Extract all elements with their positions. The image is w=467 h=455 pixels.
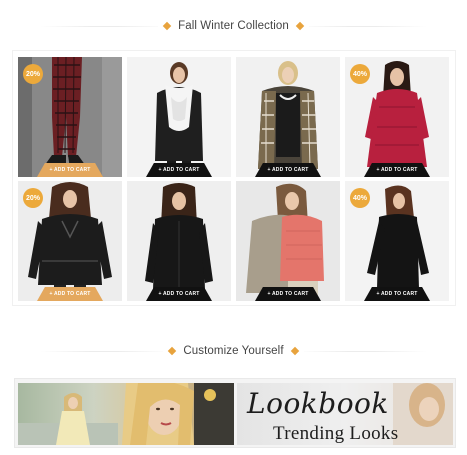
product-image[interactable] xyxy=(236,181,340,301)
product-image[interactable] xyxy=(236,57,340,177)
lookbook-photo-image xyxy=(393,383,453,445)
product-card[interactable]: 20% + ADD TO CART xyxy=(18,181,122,301)
diamond-icon xyxy=(290,346,299,356)
product-image[interactable] xyxy=(127,57,231,177)
lookbook-panel[interactable]: Lookbook Trending Looks xyxy=(237,383,453,445)
lookbook-subtitle: Trending Looks xyxy=(273,423,399,444)
customize-title: Customize Yourself xyxy=(183,345,284,357)
customize-title-wrap: Customize Yourself xyxy=(163,345,304,357)
divider xyxy=(297,26,427,27)
divider xyxy=(40,26,170,27)
customize-section-header: Customize Yourself xyxy=(0,341,467,361)
divider xyxy=(297,351,427,352)
product-image[interactable] xyxy=(127,181,231,301)
discount-badge: 20% xyxy=(23,188,43,208)
add-to-cart-button[interactable]: + ADD TO CART xyxy=(364,163,430,177)
product-card[interactable]: + ADD TO CART xyxy=(127,57,231,177)
diamond-icon xyxy=(168,346,177,356)
banner-photo[interactable] xyxy=(18,383,234,445)
banner-photo-image xyxy=(18,383,234,445)
add-to-cart-button[interactable]: + ADD TO CART xyxy=(146,163,212,177)
discount-badge: 40% xyxy=(350,188,370,208)
discount-badge: 20% xyxy=(23,64,43,84)
product-card[interactable]: 20% + ADD TO CART xyxy=(18,57,122,177)
product-card[interactable]: + ADD TO CART xyxy=(127,181,231,301)
lookbook-title: Lookbook xyxy=(247,387,389,420)
collection-title-wrap: Fall Winter Collection xyxy=(158,20,309,32)
add-to-cart-button[interactable]: + ADD TO CART xyxy=(146,287,212,301)
add-to-cart-button[interactable]: + ADD TO CART xyxy=(37,163,103,177)
divider xyxy=(40,351,170,352)
product-grid: 20% + ADD TO CART + ADD TO CART + ADD TO… xyxy=(12,50,456,306)
add-to-cart-button[interactable]: + ADD TO CART xyxy=(37,287,103,301)
add-to-cart-button[interactable]: + ADD TO CART xyxy=(255,287,321,301)
product-card[interactable]: 40% + ADD TO CART xyxy=(345,57,449,177)
discount-badge: 40% xyxy=(350,64,370,84)
diamond-icon xyxy=(162,21,172,31)
product-card[interactable]: + ADD TO CART xyxy=(236,57,340,177)
diamond-icon xyxy=(295,21,305,31)
customize-banner[interactable]: Lookbook Trending Looks xyxy=(14,378,456,448)
add-to-cart-button[interactable]: + ADD TO CART xyxy=(255,163,321,177)
collection-section-header: Fall Winter Collection xyxy=(0,16,467,36)
product-card[interactable]: + ADD TO CART xyxy=(236,181,340,301)
add-to-cart-button[interactable]: + ADD TO CART xyxy=(364,287,430,301)
product-card[interactable]: 40% + ADD TO CART xyxy=(345,181,449,301)
collection-title: Fall Winter Collection xyxy=(178,20,289,32)
